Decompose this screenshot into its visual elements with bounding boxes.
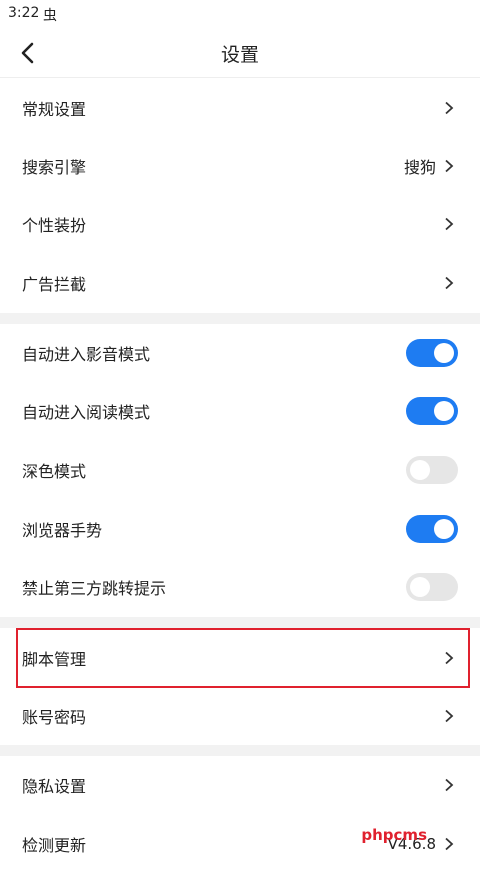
toggle-switch-on[interactable] bbox=[406, 397, 458, 425]
divider bbox=[0, 77, 480, 78]
settings-row-dark-mode: 深色模式 bbox=[0, 441, 480, 499]
settings-row-privacy[interactable]: 隐私设置 bbox=[0, 756, 480, 814]
settings-row-check-update[interactable]: 检测更新 V4.6.8 bbox=[0, 815, 480, 873]
toggle-knob bbox=[410, 460, 430, 480]
chevron-right-icon bbox=[445, 778, 454, 792]
settings-row-general[interactable]: 常规设置 bbox=[0, 79, 480, 137]
settings-row-theme[interactable]: 个性装扮 bbox=[0, 195, 480, 253]
chevron-right-icon bbox=[445, 709, 454, 723]
settings-row-auto-media-mode: 自动进入影音模式 bbox=[0, 324, 480, 382]
toggle-knob bbox=[410, 577, 430, 597]
chevron-right-icon bbox=[445, 276, 454, 290]
chevron-right-icon bbox=[445, 837, 454, 851]
row-label: 账号密码 bbox=[22, 708, 87, 727]
row-label: 隐私设置 bbox=[22, 777, 87, 796]
settings-row-gestures: 浏览器手势 bbox=[0, 500, 480, 558]
row-label: 广告拦截 bbox=[22, 275, 87, 294]
row-label: 搜索引擎 bbox=[22, 158, 87, 177]
chevron-right-icon bbox=[445, 217, 454, 231]
toggle-switch-off[interactable] bbox=[406, 573, 458, 601]
row-label: 禁止第三方跳转提示 bbox=[22, 579, 167, 598]
row-label: 个性装扮 bbox=[22, 216, 87, 235]
notification-icon: 虫 bbox=[43, 8, 57, 24]
row-label: 自动进入阅读模式 bbox=[22, 403, 151, 422]
status-bar: 3:22 虫 bbox=[0, 0, 480, 30]
settings-row-block-redirect-prompt: 禁止第三方跳转提示 bbox=[0, 558, 480, 616]
watermark-text: phpcms bbox=[361, 826, 427, 844]
settings-row-search-engine[interactable]: 搜索引擎 搜狗 bbox=[0, 137, 480, 195]
row-label: 常规设置 bbox=[22, 100, 87, 119]
chevron-right-icon bbox=[445, 101, 454, 115]
chevron-right-icon bbox=[445, 159, 454, 173]
toggle-switch-on[interactable] bbox=[406, 339, 458, 367]
toggle-knob bbox=[434, 519, 454, 539]
row-value: 搜狗 bbox=[403, 158, 436, 177]
settings-row-auto-reading-mode: 自动进入阅读模式 bbox=[0, 382, 480, 440]
section-gap bbox=[0, 745, 480, 756]
toggle-knob bbox=[434, 343, 454, 363]
highlight-box bbox=[16, 628, 470, 688]
settings-row-ad-block[interactable]: 广告拦截 bbox=[0, 254, 480, 312]
section-gap bbox=[0, 617, 480, 628]
row-label: 深色模式 bbox=[22, 462, 87, 481]
row-label: 检测更新 bbox=[22, 836, 87, 855]
nav-bar: 设置 bbox=[0, 30, 480, 76]
toggle-switch-on[interactable] bbox=[406, 515, 458, 543]
toggle-switch-off[interactable] bbox=[406, 456, 458, 484]
row-label: 自动进入影音模式 bbox=[22, 345, 151, 364]
section-gap bbox=[0, 313, 480, 324]
settings-row-accounts-passwords[interactable]: 账号密码 bbox=[0, 687, 480, 745]
row-label: 浏览器手势 bbox=[22, 521, 103, 540]
toggle-knob bbox=[434, 401, 454, 421]
page-title: 设置 bbox=[220, 44, 259, 66]
status-time: 3:22 bbox=[8, 5, 40, 21]
